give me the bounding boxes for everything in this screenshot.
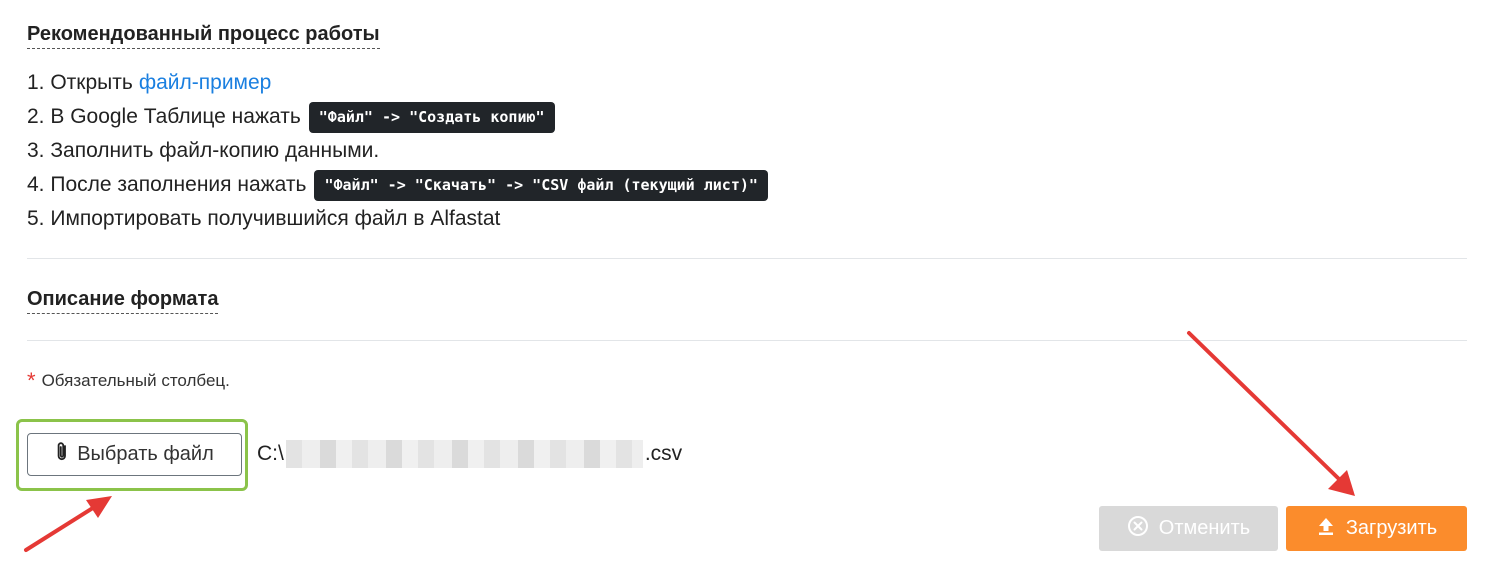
step-3: 3. Заполнить файл-копию данными.	[27, 134, 768, 168]
choose-file-label: Выбрать файл	[77, 443, 214, 465]
step-3-text: 3. Заполнить файл-копию данными.	[27, 139, 380, 162]
redacted-path	[285, 440, 643, 468]
format-title[interactable]: Описание формата	[27, 288, 219, 314]
step-2-text: 2. В Google Таблице нажать	[27, 105, 301, 128]
step-1: 1. Открыть файл-пример	[27, 66, 768, 100]
sample-file-link[interactable]: файл-пример	[139, 66, 272, 100]
upload-button[interactable]: Загрузить	[1286, 506, 1467, 551]
choose-file-button[interactable]: Выбрать файл	[27, 433, 242, 476]
import-page: Рекомендованный процесс работы 1. Открыт…	[0, 0, 1490, 578]
step-5: 5. Импортировать получившийся файл в Alf…	[27, 202, 768, 236]
step-2-code: "Файл" -> "Создать копию"	[308, 101, 555, 133]
divider	[27, 340, 1467, 341]
upload-label: Загрузить	[1345, 517, 1438, 539]
step-4-code: "Файл" -> "Скачать" -> "CSV файл (текущи…	[314, 169, 768, 201]
paperclip-icon	[55, 441, 69, 469]
annotation-arrow-right	[1187, 331, 1355, 496]
upload-icon	[1316, 516, 1336, 542]
cancel-label: Отменить	[1158, 517, 1251, 539]
process-steps: 1. Открыть файл-пример 2. В Google Табли…	[27, 66, 768, 236]
cancel-button[interactable]: Отменить	[1099, 506, 1278, 551]
file-path-prefix: C:\	[257, 442, 284, 465]
required-note: * Обязательный столбец.	[27, 370, 230, 392]
required-note-text: Обязательный столбец.	[41, 371, 230, 390]
step-4: 4. После заполнения нажать "Файл" -> "Ск…	[27, 168, 768, 202]
circle-x-icon	[1127, 515, 1149, 543]
step-4-text: 4. После заполнения нажать	[27, 173, 307, 196]
step-2: 2. В Google Таблице нажать "Файл" -> "Со…	[27, 100, 768, 134]
divider	[27, 258, 1467, 259]
annotation-arrow-left	[24, 496, 112, 552]
process-title: Рекомендованный процесс работы	[27, 23, 380, 49]
file-path-suffix: .csv	[644, 442, 683, 465]
step-1-text: 1. Открыть	[27, 71, 133, 94]
required-star: *	[27, 368, 36, 393]
step-5-text: 5. Импортировать получившийся файл в Alf…	[27, 207, 501, 230]
selected-file-path: C:\ .csv	[257, 440, 682, 468]
